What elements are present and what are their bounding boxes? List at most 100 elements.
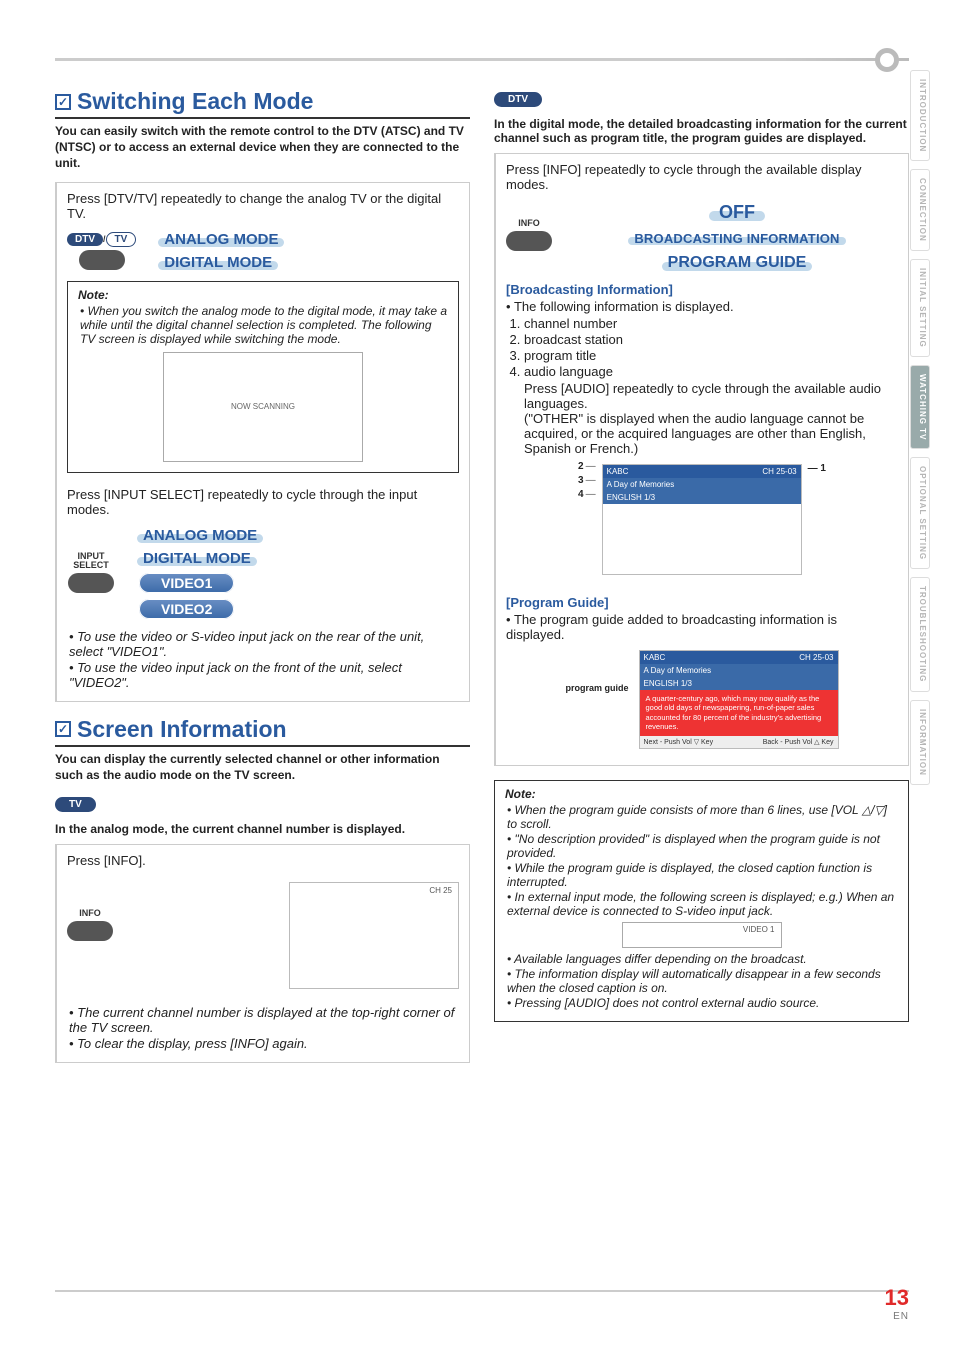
header-rule bbox=[55, 50, 909, 68]
section-switching-title: ✓ Switching Each Mode bbox=[55, 88, 470, 119]
note-video1-label: VIDEO 1 bbox=[743, 925, 775, 934]
panel3-bullet: To clear the display, press [INFO] again… bbox=[69, 1036, 459, 1051]
switching-lead: You can easily switch with the remote co… bbox=[55, 123, 470, 172]
mode-analog: ANALOG MODE bbox=[160, 231, 282, 248]
osd-station: KABC bbox=[607, 467, 629, 476]
remote-button-icon bbox=[68, 573, 114, 593]
osd-program-guide: KABC CH 25-03 A Day of Memories ENGLISH … bbox=[639, 650, 839, 749]
pill-dtv: DTV bbox=[67, 233, 103, 246]
tab-connection[interactable]: CONNECTION bbox=[910, 169, 930, 251]
tag-dtv: DTV bbox=[494, 92, 542, 107]
footer: 13 EN bbox=[885, 1285, 909, 1322]
tab-optional-setting[interactable]: OPTIONAL SETTING bbox=[910, 457, 930, 569]
note-item: When the program guide consists of more … bbox=[507, 803, 898, 831]
bi-audio-note: ("OTHER" is displayed when the audio lan… bbox=[524, 411, 898, 456]
osd-broadcasting: KABC CH 25-03 A Day of Memories ENGLISH … bbox=[602, 464, 802, 575]
note-dtv: Note: When the program guide consists of… bbox=[494, 780, 909, 1022]
bi-item: channel number bbox=[524, 316, 898, 331]
tab-information[interactable]: INFORMATION bbox=[910, 700, 930, 785]
tag-tv: TV bbox=[55, 797, 96, 812]
mode-analog-2: ANALOG MODE bbox=[139, 527, 261, 544]
tv-screen-ch25: CH 25 bbox=[289, 882, 459, 989]
mode-video2: VIDEO2 bbox=[139, 599, 234, 619]
tab-watching-tv[interactable]: WATCHING TV bbox=[910, 365, 930, 449]
bi-heading: [Broadcasting Information] bbox=[506, 282, 898, 297]
remote-dtv-tv-key: DTV/TV bbox=[67, 232, 136, 270]
cycle-program-guide: PROGRAM GUIDE bbox=[664, 254, 811, 272]
panel-dtv-info: Press [INFO] repeatedly to cycle through… bbox=[494, 153, 909, 766]
screen-info-lead: You can display the currently selected c… bbox=[55, 751, 470, 783]
note-item: While the program guide is displayed, th… bbox=[507, 861, 898, 889]
tv-screen-scanning: NOW SCANNING bbox=[163, 352, 363, 462]
osd-lang: ENGLISH 1/3 bbox=[603, 491, 801, 504]
note-item: "No description provided" is displayed w… bbox=[507, 832, 898, 860]
side-tabs: INTRODUCTION CONNECTION INITIAL SETTING … bbox=[910, 70, 930, 785]
panel-dtv-tv: Press [DTV/TV] repeatedly to change the … bbox=[55, 182, 470, 702]
mode-video1: VIDEO1 bbox=[139, 573, 234, 593]
pg-side-label: program guide bbox=[565, 684, 632, 694]
remote-info-key-2: INFO bbox=[506, 218, 552, 251]
tab-introduction[interactable]: INTRODUCTION bbox=[910, 70, 930, 161]
panel-press-info: Press [INFO]. INFO CH 25 The current ch bbox=[55, 844, 470, 1063]
note-video1-screen: VIDEO 1 bbox=[622, 922, 782, 948]
tab-initial-setting[interactable]: INITIAL SETTING bbox=[910, 259, 930, 357]
pg-lead: The program guide added to broadcasting … bbox=[506, 612, 837, 642]
left-column: ✓ Switching Each Mode You can easily swi… bbox=[55, 88, 470, 1077]
osd-pointer-numbers: 234 bbox=[578, 460, 596, 502]
note-title: Note: bbox=[505, 787, 898, 801]
section-screen-info-text: Screen Information bbox=[77, 716, 287, 743]
right-column: DTV In the digital mode, the detailed br… bbox=[494, 88, 909, 1077]
osd-title: A Day of Memories bbox=[603, 478, 801, 491]
bi-item: program title bbox=[524, 348, 898, 363]
note-item: In external input mode, the following sc… bbox=[507, 890, 898, 918]
tab-troubleshooting[interactable]: TROUBLESHOOTING bbox=[910, 577, 930, 691]
pill-tv: TV bbox=[106, 232, 137, 247]
osd-channel: CH 25 bbox=[290, 883, 458, 898]
note-item: Available languages differ depending on … bbox=[507, 952, 898, 966]
section-switching-text: Switching Each Mode bbox=[77, 88, 313, 115]
now-scanning-text: NOW SCANNING bbox=[231, 402, 295, 411]
bi-item: audio language Press [AUDIO] repeatedly … bbox=[524, 364, 898, 456]
footer-rule bbox=[55, 1290, 909, 1292]
press-info-text: Press [INFO]. bbox=[67, 853, 459, 868]
osd-foot-right: Back - Push Vol △ Key bbox=[763, 738, 834, 746]
checkbox-icon: ✓ bbox=[55, 721, 71, 737]
note-item: When you switch the analog mode to the d… bbox=[80, 304, 448, 346]
cycle-off: OFF bbox=[713, 202, 761, 223]
remote-info-key: INFO bbox=[67, 908, 113, 941]
page-lang: EN bbox=[885, 1311, 909, 1322]
bi-lead: The following information is displayed. bbox=[514, 299, 734, 314]
panel2-bullet: To use the video or S-video input jack o… bbox=[69, 629, 459, 659]
panel-dtv-tv-text: Press [DTV/TV] repeatedly to change the … bbox=[67, 191, 459, 221]
osd-channel: CH 25-03 bbox=[762, 467, 796, 476]
dtv-sub: In the digital mode, the detailed broadc… bbox=[494, 117, 909, 145]
header-circle-icon bbox=[875, 48, 899, 72]
note-title: Note: bbox=[78, 288, 448, 302]
osd-guide-text: A quarter-century ago, which may now qua… bbox=[640, 690, 838, 736]
osd-pointer-1: 1 bbox=[808, 460, 826, 476]
page-number: 13 bbox=[885, 1285, 909, 1311]
remote-button-icon bbox=[506, 231, 552, 251]
input-select-label: INPUT SELECT bbox=[67, 552, 115, 570]
remote-input-select-key: INPUT SELECT bbox=[67, 552, 115, 593]
info-label: INFO bbox=[79, 908, 101, 918]
remote-button-icon bbox=[79, 250, 125, 270]
panel-input-select-text: Press [INPUT SELECT] repeatedly to cycle… bbox=[67, 487, 459, 517]
osd-foot-left: Next - Push Vol ▽ Key bbox=[644, 738, 714, 746]
panel3-bullet: The current channel number is displayed … bbox=[69, 1005, 459, 1035]
note-switching: Note: When you switch the analog mode to… bbox=[67, 281, 459, 473]
note-item: Pressing [AUDIO] does not control extern… bbox=[507, 996, 898, 1010]
checkbox-icon: ✓ bbox=[55, 94, 71, 110]
mode-digital-2: DIGITAL MODE bbox=[139, 550, 255, 567]
bi-item: broadcast station bbox=[524, 332, 898, 347]
mode-digital: DIGITAL MODE bbox=[160, 254, 276, 271]
pg-heading: [Program Guide] bbox=[506, 595, 898, 610]
info-label: INFO bbox=[518, 218, 540, 228]
bi-audio-line: Press [AUDIO] repeatedly to cycle throug… bbox=[524, 381, 898, 411]
panel-dtv-text: Press [INFO] repeatedly to cycle through… bbox=[506, 162, 898, 192]
cycle-broadcasting: BROADCASTING INFORMATION bbox=[630, 231, 843, 246]
screen-info-sub: In the analog mode, the current channel … bbox=[55, 822, 470, 836]
section-screen-info-title: ✓ Screen Information bbox=[55, 716, 470, 747]
remote-button-icon bbox=[67, 921, 113, 941]
panel2-bullet: To use the video input jack on the front… bbox=[69, 660, 459, 690]
